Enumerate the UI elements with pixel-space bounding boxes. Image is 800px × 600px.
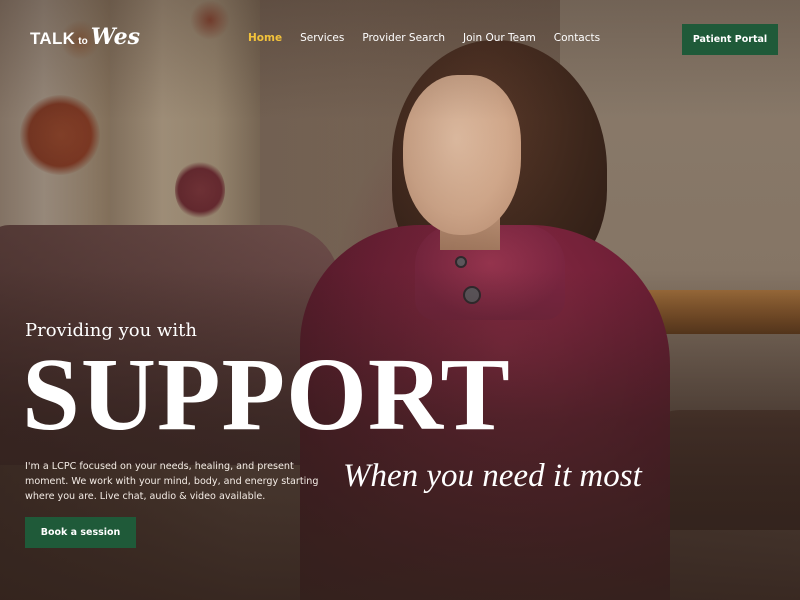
- logo-word-to: to: [78, 36, 88, 47]
- nav-link-contacts[interactable]: Contacts: [554, 32, 600, 44]
- nav-link-services[interactable]: Services: [300, 32, 344, 44]
- site-logo[interactable]: TALK to Wes: [30, 24, 140, 50]
- hero-overlay: [0, 0, 800, 600]
- logo-word-wes: Wes: [90, 24, 141, 50]
- nav-link-home[interactable]: Home: [248, 32, 282, 44]
- main-menu: Home Services Provider Search Join Our T…: [248, 32, 618, 44]
- book-session-button[interactable]: Book a session: [25, 517, 136, 548]
- patient-portal-button[interactable]: Patient Portal: [682, 24, 778, 55]
- hero-description: I'm a LCPC focused on your needs, healin…: [25, 461, 319, 502]
- hero-tagline: When you need it most: [343, 458, 642, 494]
- hero-section: TALK to Wes Home Services Provider Searc…: [0, 0, 800, 600]
- nav-link-join-our-team[interactable]: Join Our Team: [463, 32, 536, 44]
- hero-headline: SUPPORT: [22, 337, 511, 452]
- logo-word-talk: TALK: [30, 29, 76, 48]
- nav-link-provider-search[interactable]: Provider Search: [362, 32, 445, 44]
- site-header: TALK to Wes Home Services Provider Searc…: [0, 0, 800, 78]
